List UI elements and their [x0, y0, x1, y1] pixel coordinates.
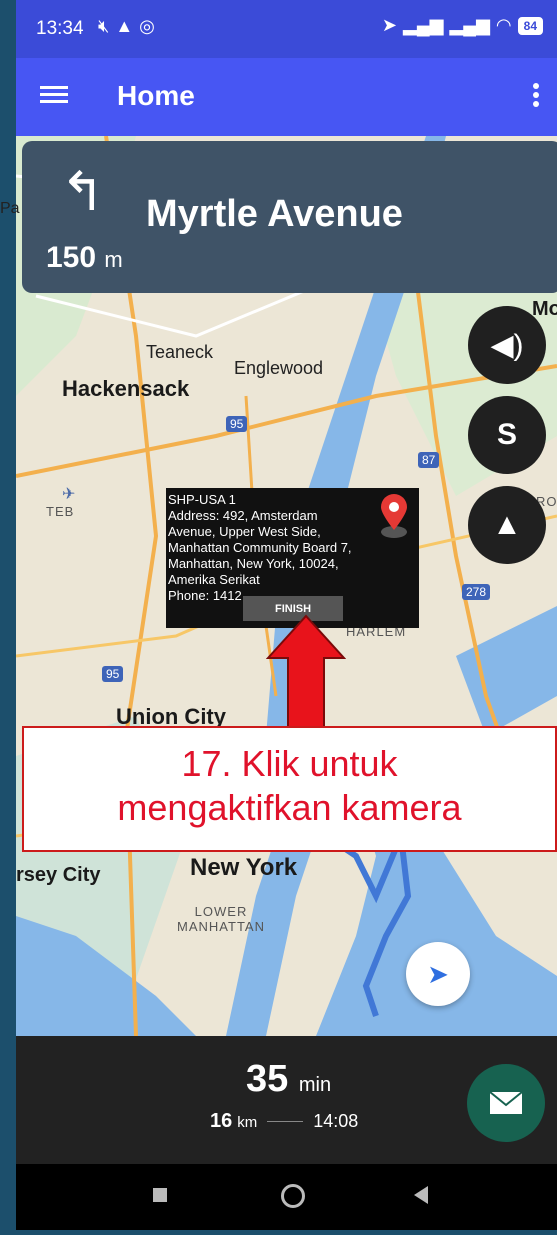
map-label-new-york: New York [190, 854, 298, 881]
eta-minutes: 35 [246, 1058, 289, 1100]
compass-button[interactable]: ▲ [468, 486, 546, 564]
signal-icon: ▂▄▆ [403, 15, 444, 35]
back-button[interactable] [414, 1186, 428, 1204]
location-icon: ◎ [139, 16, 161, 36]
destination-info-popup: SHP-USA 1 Address: 492, Amsterdam Avenue… [166, 488, 419, 628]
status-time: 13:34 [36, 18, 84, 39]
map-label-englewood: Englewood [234, 358, 324, 378]
route-overview-button[interactable]: S [468, 396, 546, 474]
popup-line: Manhattan Community Board 7, [168, 540, 352, 555]
map-label-mo: Mo [532, 298, 557, 320]
annotation-arrow [266, 614, 346, 732]
tutorial-annotation: 17. Klik untuk mengaktifkan kamera [22, 726, 557, 852]
map-label-hackensack: Hackensack [62, 376, 190, 401]
highway-shield-278: 278 [462, 584, 491, 600]
battery-indicator: 84 [517, 16, 543, 35]
eta-distance-unit: km [237, 1114, 258, 1131]
annotation-line-2: mengaktifkan kamera [117, 787, 462, 828]
compass-icon: ▲ [492, 508, 522, 541]
more-vert-icon[interactable] [533, 80, 541, 110]
page-title: Home [117, 80, 195, 111]
popup-line: Avenue, Upper West Side, [168, 524, 321, 539]
popup-title: SHP-USA 1 [168, 492, 236, 507]
map-label-teaneck: Teaneck [146, 342, 214, 362]
message-button[interactable] [467, 1064, 545, 1142]
divider [267, 1121, 304, 1122]
annotation-line-1: 17. Klik untuk [181, 743, 398, 784]
turn-distance: 150 [46, 241, 97, 274]
map-label-teb: TEB [46, 504, 75, 519]
system-navigation-bar [16, 1164, 557, 1230]
map-label-pa: Pa [0, 200, 20, 217]
route-icon: S [496, 418, 517, 451]
map-pin-icon [381, 494, 407, 538]
phone-screen: 13:34 🔇︎▲◎ ➤ ▂▄▆ ▂▄▆ ◠ 84 Home Hackensac… [16, 0, 557, 1230]
eta-minutes-unit: min [298, 1074, 332, 1096]
turn-instruction-banner: ↰ Myrtle Avenue 150 m [22, 141, 557, 293]
navigation-icon: ➤ [381, 15, 398, 35]
highway-shield-95: 95 [226, 416, 248, 432]
airport-icon: ✈ [62, 486, 76, 503]
eta-arrival-time: 14:08 [313, 1111, 359, 1131]
home-button[interactable] [281, 1184, 305, 1208]
eta-distance: 16 [210, 1110, 233, 1132]
highway-shield-95: 95 [102, 666, 124, 682]
app-bar: Home [16, 58, 557, 136]
highway-shield-87: 87 [418, 452, 440, 468]
map-label-jersey-city: rsey City [16, 864, 101, 886]
map-label-lower-manhattan: LOWER MANHATTAN [177, 904, 265, 934]
my-location-button[interactable]: ➤ [406, 942, 470, 1006]
popup-line: Manhattan, New York, 10024, [168, 556, 339, 571]
next-street: Myrtle Avenue [146, 193, 403, 235]
hamburger-icon[interactable] [40, 82, 68, 110]
mail-icon [489, 1091, 523, 1114]
signal-icon: ▂▄▆ [449, 15, 490, 35]
navigation-icon: ▲ [115, 16, 140, 36]
recents-button[interactable] [153, 1188, 167, 1202]
popup-line: Address: 492, Amsterdam [168, 508, 318, 523]
turn-left-icon: ↰ [60, 162, 106, 222]
volume-icon: ◀) [490, 328, 524, 362]
turn-distance-unit: m [104, 247, 123, 272]
mute-icon: 🔇︎ [98, 16, 116, 36]
wifi-icon: ◠ [495, 15, 512, 35]
sound-button[interactable]: ◀) [468, 306, 546, 384]
status-bar: 13:34 🔇︎▲◎ ➤ ▂▄▆ ▂▄▆ ◠ 84 [16, 0, 557, 58]
popup-line: Amerika Serikat [168, 572, 260, 587]
location-arrow-icon: ➤ [427, 958, 449, 989]
